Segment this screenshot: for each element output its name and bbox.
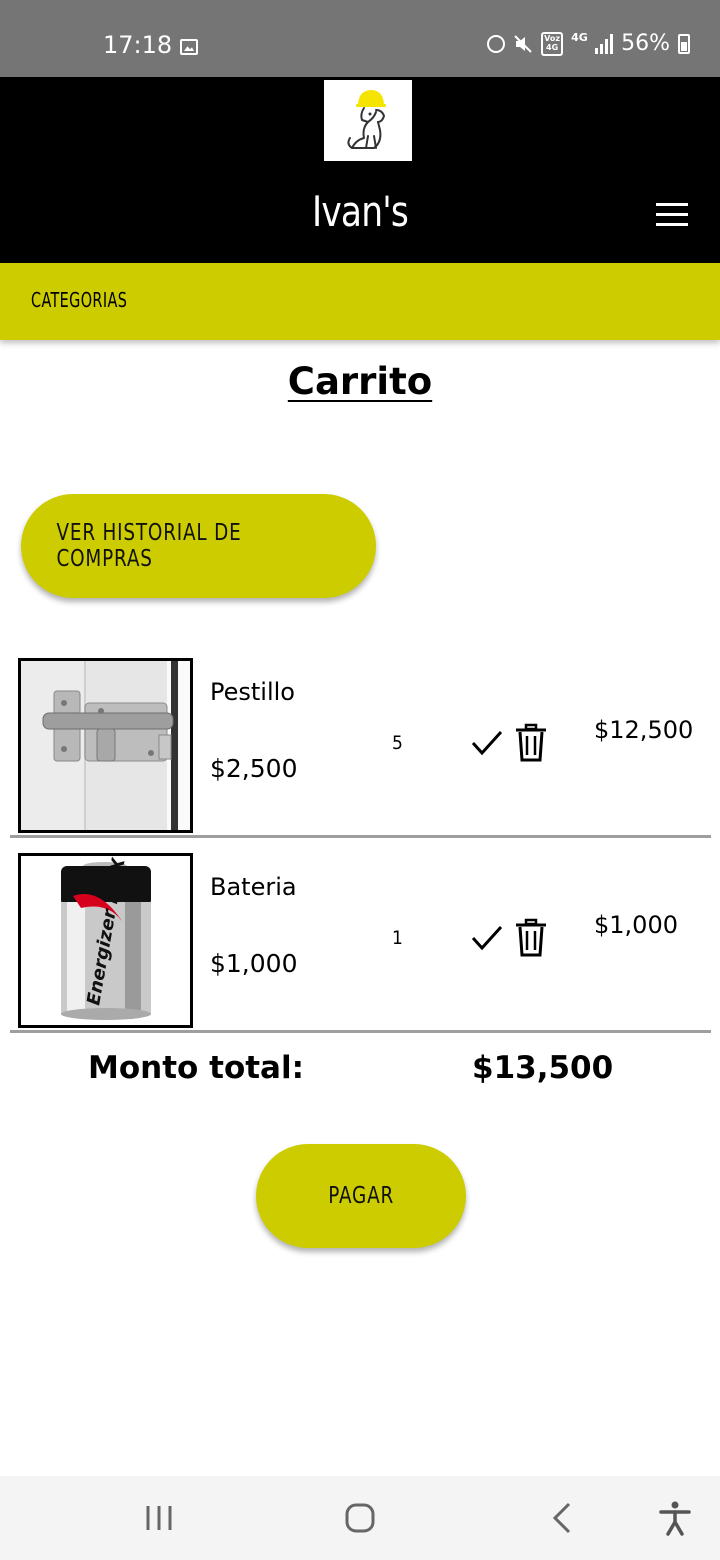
pay-button[interactable]: PAGAR <box>256 1144 466 1248</box>
trash-icon[interactable] <box>514 918 548 958</box>
system-nav-bar <box>0 1476 720 1560</box>
product-image-door-latch <box>18 658 193 833</box>
dog-with-hardhat-logo-icon <box>347 90 386 149</box>
energizer-battery-image: Energizer MAX <box>21 856 190 1025</box>
item-subtotal: $1,000 <box>594 911 678 939</box>
image-notification-icon <box>180 39 198 55</box>
item-quantity[interactable]: 1 <box>392 927 403 949</box>
purchase-history-button-label: VER HISTORIAL DE COMPRAS <box>56 520 242 572</box>
accessibility-icon[interactable] <box>655 1498 695 1538</box>
total-value: $13,500 <box>472 1050 614 1086</box>
item-name: Bateria <box>210 873 297 901</box>
pay-button-label: PAGAR <box>328 1183 394 1209</box>
categories-bar[interactable]: CATEGORIAS <box>0 263 720 340</box>
store-logo[interactable] <box>324 80 412 161</box>
recent-apps-icon[interactable] <box>140 1498 180 1538</box>
page-title: Carrito <box>287 360 433 403</box>
back-icon[interactable] <box>543 1498 583 1538</box>
app-title: Ivan's <box>312 187 409 236</box>
purchase-history-button[interactable]: VER HISTORIAL DE COMPRAS <box>21 494 376 598</box>
app-header: Ivan's <box>0 77 720 263</box>
cart-item: Pestillo $2,500 5 $12,500 <box>10 644 711 838</box>
item-unit-price: $2,500 <box>210 754 298 783</box>
signal-icon <box>595 33 614 54</box>
status-bar: 17:18 Voz 4G 4G 56% <box>0 0 720 77</box>
hamburger-menu-icon[interactable] <box>656 203 688 227</box>
door-latch-image <box>21 661 190 830</box>
network-4g-icon: 4G <box>571 30 588 44</box>
cart-item: Energizer MAX Bateria $1,000 1 $1,000 <box>10 839 711 1033</box>
home-icon[interactable] <box>340 1498 380 1538</box>
categories-label[interactable]: CATEGORIAS <box>31 288 127 312</box>
item-quantity[interactable]: 5 <box>392 732 403 754</box>
product-image-battery: Energizer MAX <box>18 853 193 1028</box>
item-unit-price: $1,000 <box>210 949 298 978</box>
battery-percent: 56% <box>621 31 670 56</box>
volte-icon: Voz 4G <box>541 31 564 56</box>
total-label: Monto total: <box>88 1050 305 1086</box>
status-icons: Voz 4G 4G 56% <box>487 31 690 56</box>
trash-icon[interactable] <box>514 723 548 763</box>
alarm-icon <box>487 34 506 53</box>
item-subtotal: $12,500 <box>594 716 694 744</box>
check-icon[interactable] <box>470 728 504 758</box>
mute-icon <box>514 34 532 53</box>
item-name: Pestillo <box>210 678 295 706</box>
check-icon[interactable] <box>470 923 504 953</box>
battery-charging-icon <box>678 33 690 54</box>
status-time: 17:18 <box>103 31 173 59</box>
